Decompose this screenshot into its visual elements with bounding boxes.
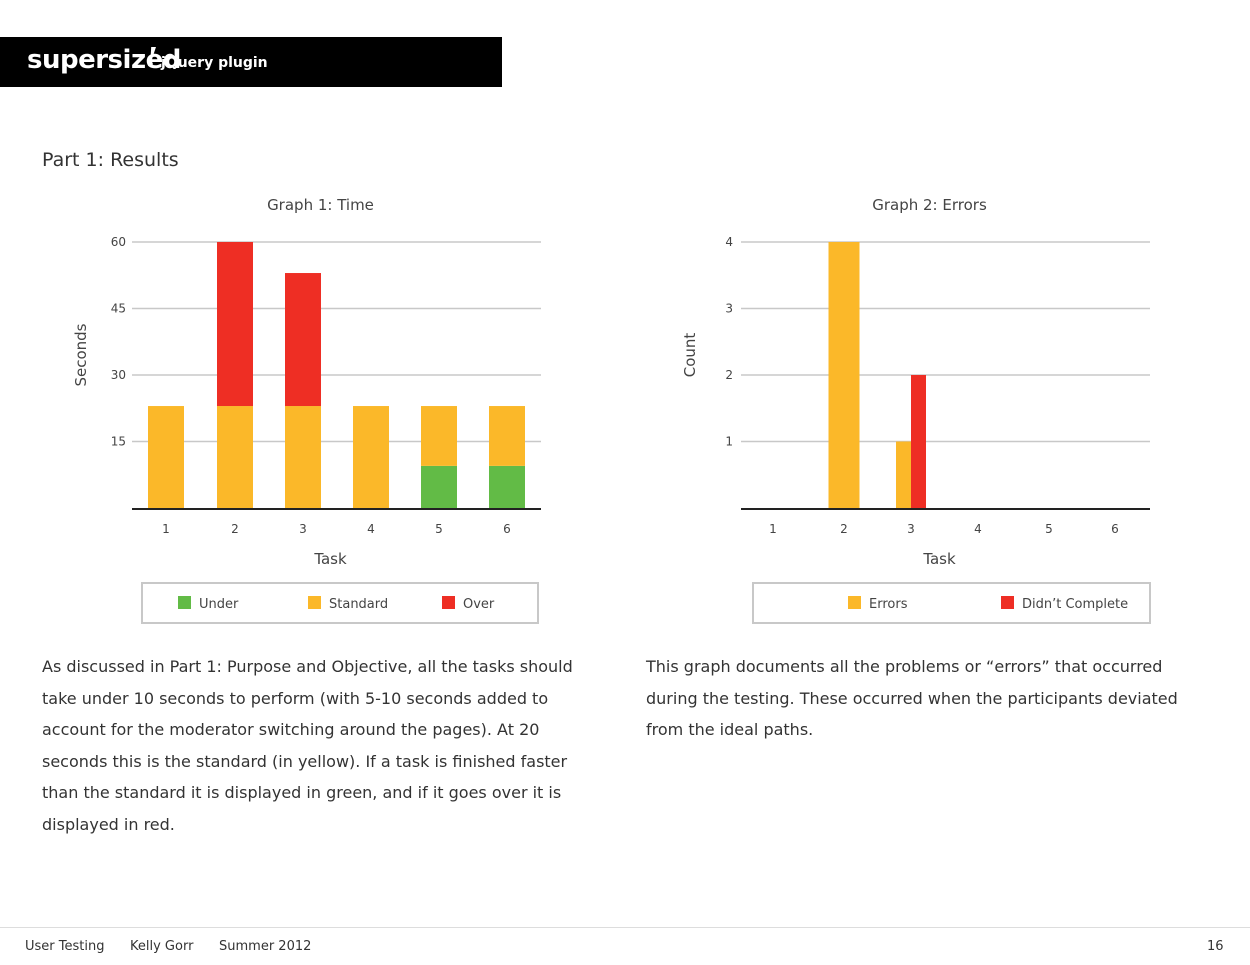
legend-label: Didn’t Complete — [1022, 597, 1128, 612]
bar-segment — [148, 406, 184, 508]
header-banner: supersized ! jQuery plugin — [0, 37, 502, 87]
footer-page-number: 16 — [1207, 939, 1224, 954]
legend-swatch — [178, 596, 191, 609]
bar-segment — [217, 406, 253, 508]
y-tick-label: 3 — [725, 302, 733, 316]
paragraph-line: from the ideal paths. — [646, 720, 814, 740]
y-tick-label: 2 — [725, 368, 733, 382]
errors-description: This graph documents all the problems or… — [646, 651, 1226, 746]
bar-segment — [421, 406, 457, 466]
footer-author: Kelly Gorr — [130, 939, 194, 954]
x-tick-label: 2 — [231, 522, 239, 536]
paragraph-line: displayed in red. — [42, 814, 175, 834]
paragraph-line: As discussed in Part 1: Purpose and Obje… — [42, 657, 573, 676]
legend-label: Standard — [329, 597, 388, 612]
footer-divider — [0, 927, 1250, 928]
legend-label: Under — [199, 597, 239, 612]
bar — [828, 242, 860, 508]
chart-title: Graph 2: Errors — [872, 196, 987, 214]
bar-segment — [217, 242, 253, 407]
bar-segment — [421, 465, 457, 508]
x-tick-label: 3 — [907, 522, 915, 536]
legend-swatch — [1001, 596, 1014, 609]
bar-segment — [285, 406, 321, 508]
x-tick-label: 2 — [840, 522, 848, 536]
footer-document-title: User Testing — [25, 939, 105, 954]
bar-segment — [489, 406, 525, 466]
legend-label: Errors — [869, 597, 908, 612]
bar — [896, 441, 911, 508]
y-axis-title: Seconds — [72, 323, 90, 386]
errors-chart: Graph 2: Errors 1 2 3 4 1 2 3 4 5 6 Task Count Errors… — [681, 196, 1151, 624]
x-tick-label: 1 — [769, 522, 777, 536]
bar — [911, 375, 926, 508]
y-tick-label: 4 — [725, 235, 733, 249]
x-tick-label: 6 — [503, 522, 511, 536]
legend-swatch — [442, 596, 455, 609]
brand-logo-bang: ! — [146, 43, 158, 73]
paragraph-line: take under 10 seconds to perform (with 5… — [42, 688, 549, 708]
x-tick-label: 4 — [367, 522, 375, 536]
x-tick-label: 4 — [974, 522, 982, 536]
chart-title: Graph 1: Time — [267, 196, 374, 214]
paragraph-line: This graph documents all the problems or… — [646, 657, 1163, 676]
x-tick-label: 1 — [162, 522, 170, 536]
x-tick-label: 5 — [435, 522, 443, 536]
y-tick-label: 15 — [111, 435, 126, 449]
y-axis-title: Count — [681, 333, 699, 378]
paragraph-line: account for the moderator switching arou… — [42, 720, 540, 740]
x-axis-title: Task — [313, 550, 347, 568]
bar-segment — [353, 406, 389, 508]
bar-segment — [489, 465, 525, 508]
y-tick-label: 45 — [111, 302, 126, 316]
legend-swatch — [308, 596, 321, 609]
x-axis-title: Task — [922, 550, 956, 568]
paragraph-line: seconds this is the standard (in yellow)… — [42, 751, 568, 771]
y-tick-label: 30 — [111, 368, 126, 382]
y-tick-label: 60 — [111, 235, 126, 249]
x-tick-label: 5 — [1045, 522, 1053, 536]
paragraph-line: during the testing. These occurred when … — [646, 688, 1178, 708]
time-chart: Graph 1: Time153045601 2 3 4 5 6TaskSecondsUn… — [72, 196, 541, 624]
section-title: Part 1: Results — [42, 149, 179, 171]
x-tick-label: 6 — [1111, 522, 1119, 536]
legend-label: Over — [463, 597, 495, 612]
legend-swatch — [848, 596, 861, 609]
paragraph-line: than the standard it is displayed in gre… — [42, 783, 562, 803]
x-tick-label: 3 — [299, 522, 307, 536]
time-description: As discussed in Part 1: Purpose and Obje… — [42, 651, 602, 841]
y-tick-label: 1 — [725, 435, 733, 449]
brand-logo: supersized — [27, 45, 181, 75]
footer-date: Summer 2012 — [219, 939, 312, 954]
brand-subtitle: jQuery plugin — [161, 55, 268, 71]
bar-segment — [285, 273, 321, 407]
